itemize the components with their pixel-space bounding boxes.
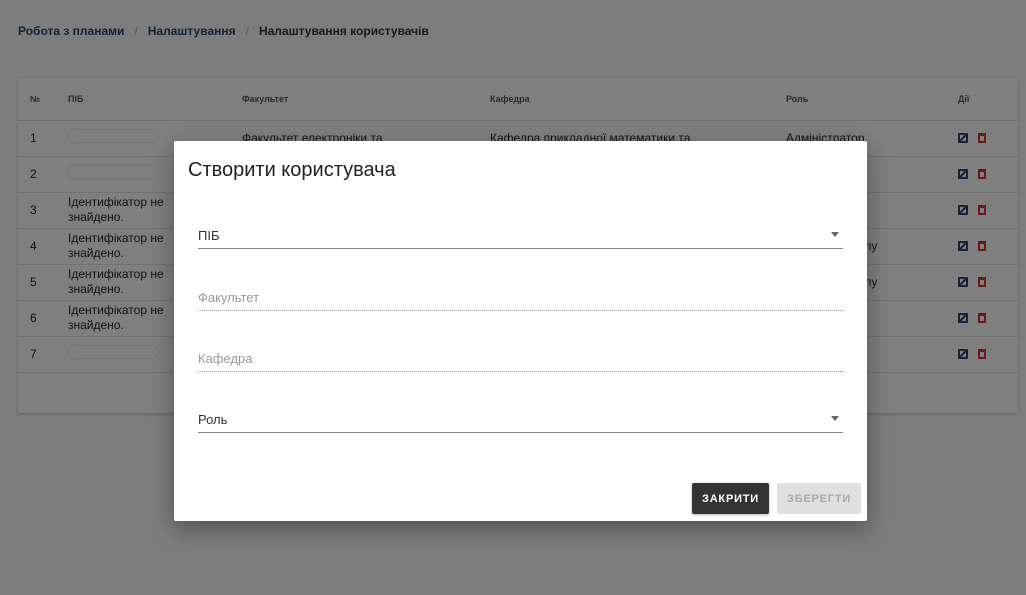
department-field: Кафедра: [198, 342, 843, 372]
create-user-dialog: Створити користувача ПІБ Факультет Кафед…: [174, 141, 867, 521]
field-underline: [198, 310, 843, 311]
field-underline: [198, 432, 843, 433]
chevron-down-icon: [831, 232, 839, 237]
faculty-field: Факультет: [198, 281, 843, 311]
pib-label: ПІБ: [198, 228, 220, 243]
chevron-down-icon: [831, 416, 839, 421]
dialog-title: Створити користувача: [188, 159, 396, 181]
field-underline: [198, 371, 843, 372]
department-label: Кафедра: [198, 351, 253, 366]
pib-select[interactable]: ПІБ: [198, 219, 843, 249]
save-button: ЗБЕРЕГТИ: [777, 483, 862, 514]
faculty-label: Факультет: [198, 290, 260, 305]
field-underline: [198, 248, 843, 249]
role-select[interactable]: Роль: [198, 403, 843, 433]
close-button[interactable]: ЗАКРИТИ: [692, 483, 770, 514]
role-label: Роль: [198, 412, 228, 427]
